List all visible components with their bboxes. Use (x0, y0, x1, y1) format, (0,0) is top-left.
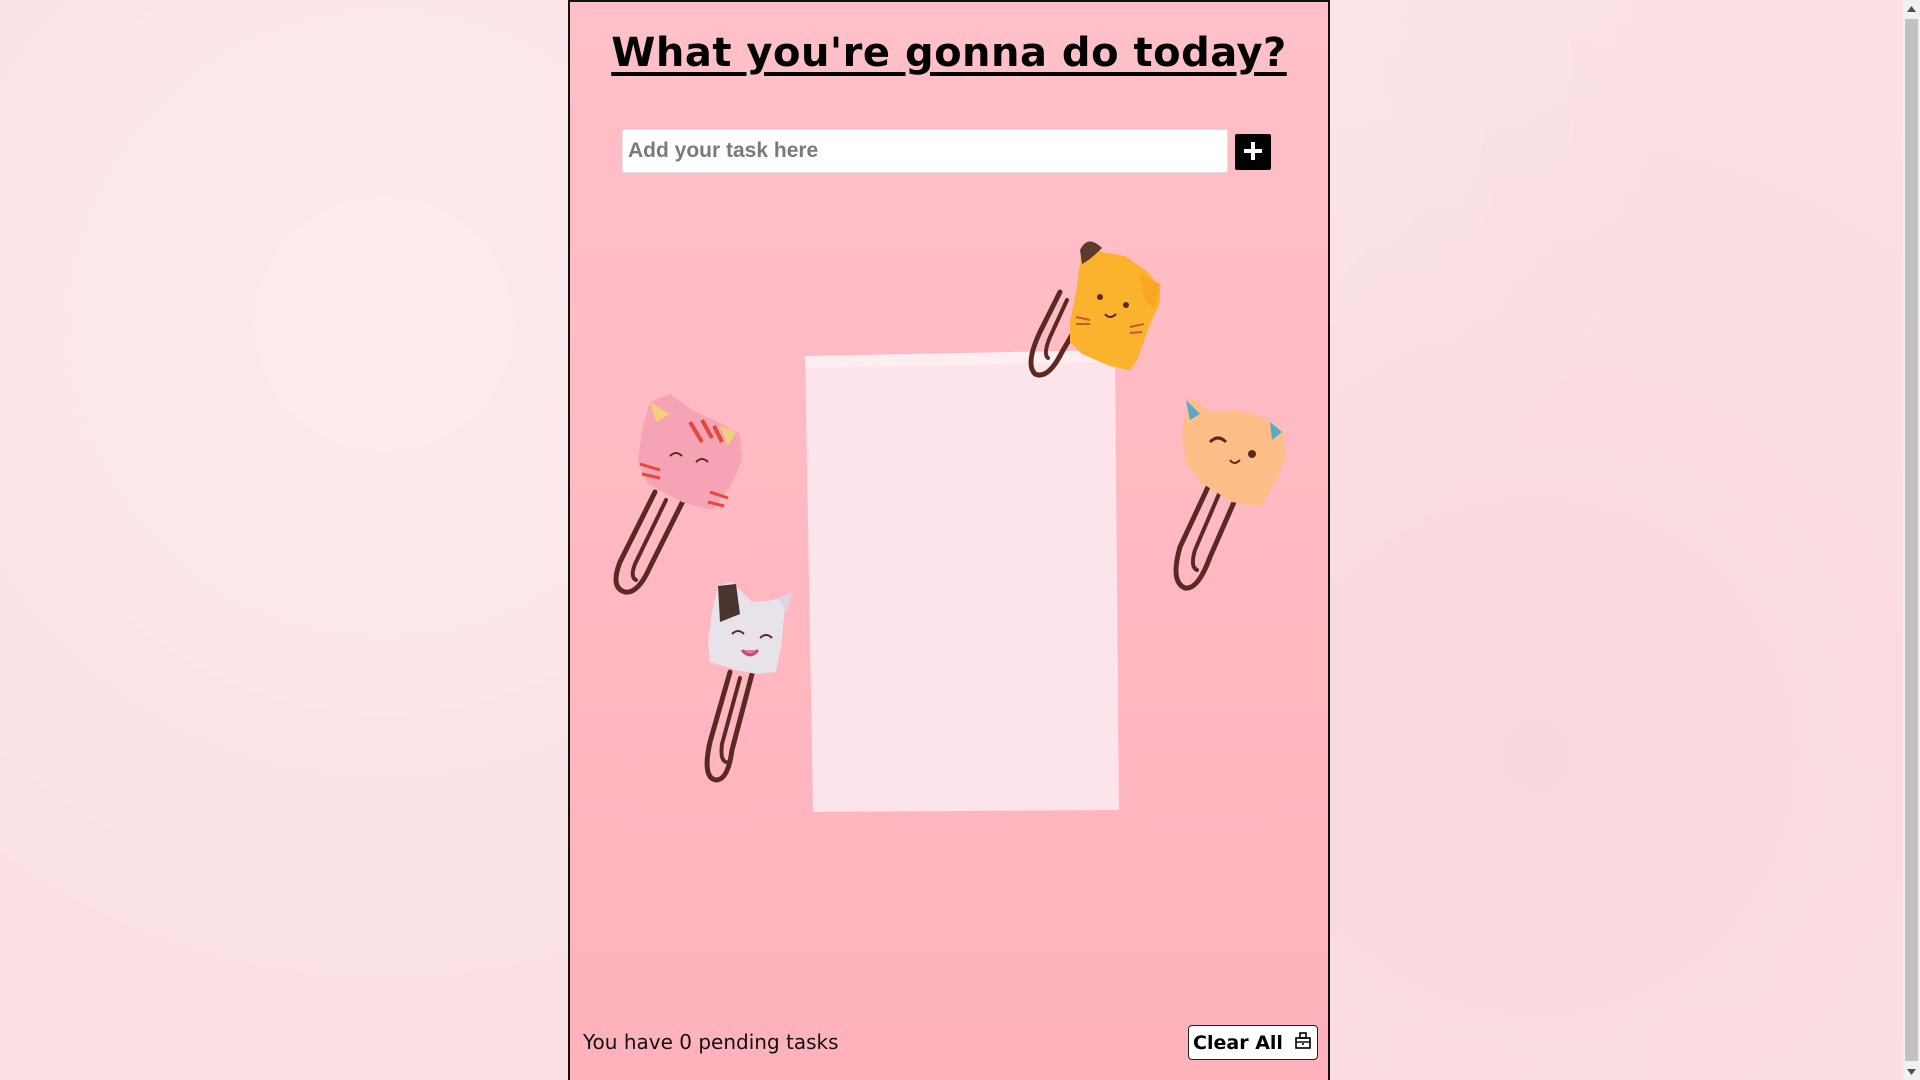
trash-icon (1293, 1030, 1313, 1055)
paper-note (805, 350, 1119, 812)
clear-all-label: Clear All (1193, 1031, 1283, 1054)
plus-icon (1242, 140, 1264, 165)
vertical-scrollbar[interactable] (1903, 0, 1920, 1080)
task-input[interactable] (622, 129, 1228, 173)
white-cat-clip-icon (704, 582, 792, 783)
add-task-button[interactable] (1235, 134, 1271, 170)
page-title: What you're gonna do today? (611, 30, 1287, 76)
clear-all-button[interactable]: Clear All (1188, 1025, 1318, 1060)
pending-tasks-count: You have 0 pending tasks (583, 1030, 839, 1054)
scroll-down-arrow-icon[interactable] (1903, 1063, 1920, 1080)
pink-cat-clip-icon (613, 394, 742, 595)
orange-cat-clip-icon (1028, 241, 1160, 378)
todo-app-panel: What you're gonna do today? Add your tas… (568, 0, 1330, 1080)
peach-cat-clip-icon (1173, 397, 1286, 591)
scrollbar-thumb[interactable] (1905, 19, 1918, 1061)
scroll-up-arrow-icon[interactable] (1903, 0, 1920, 17)
